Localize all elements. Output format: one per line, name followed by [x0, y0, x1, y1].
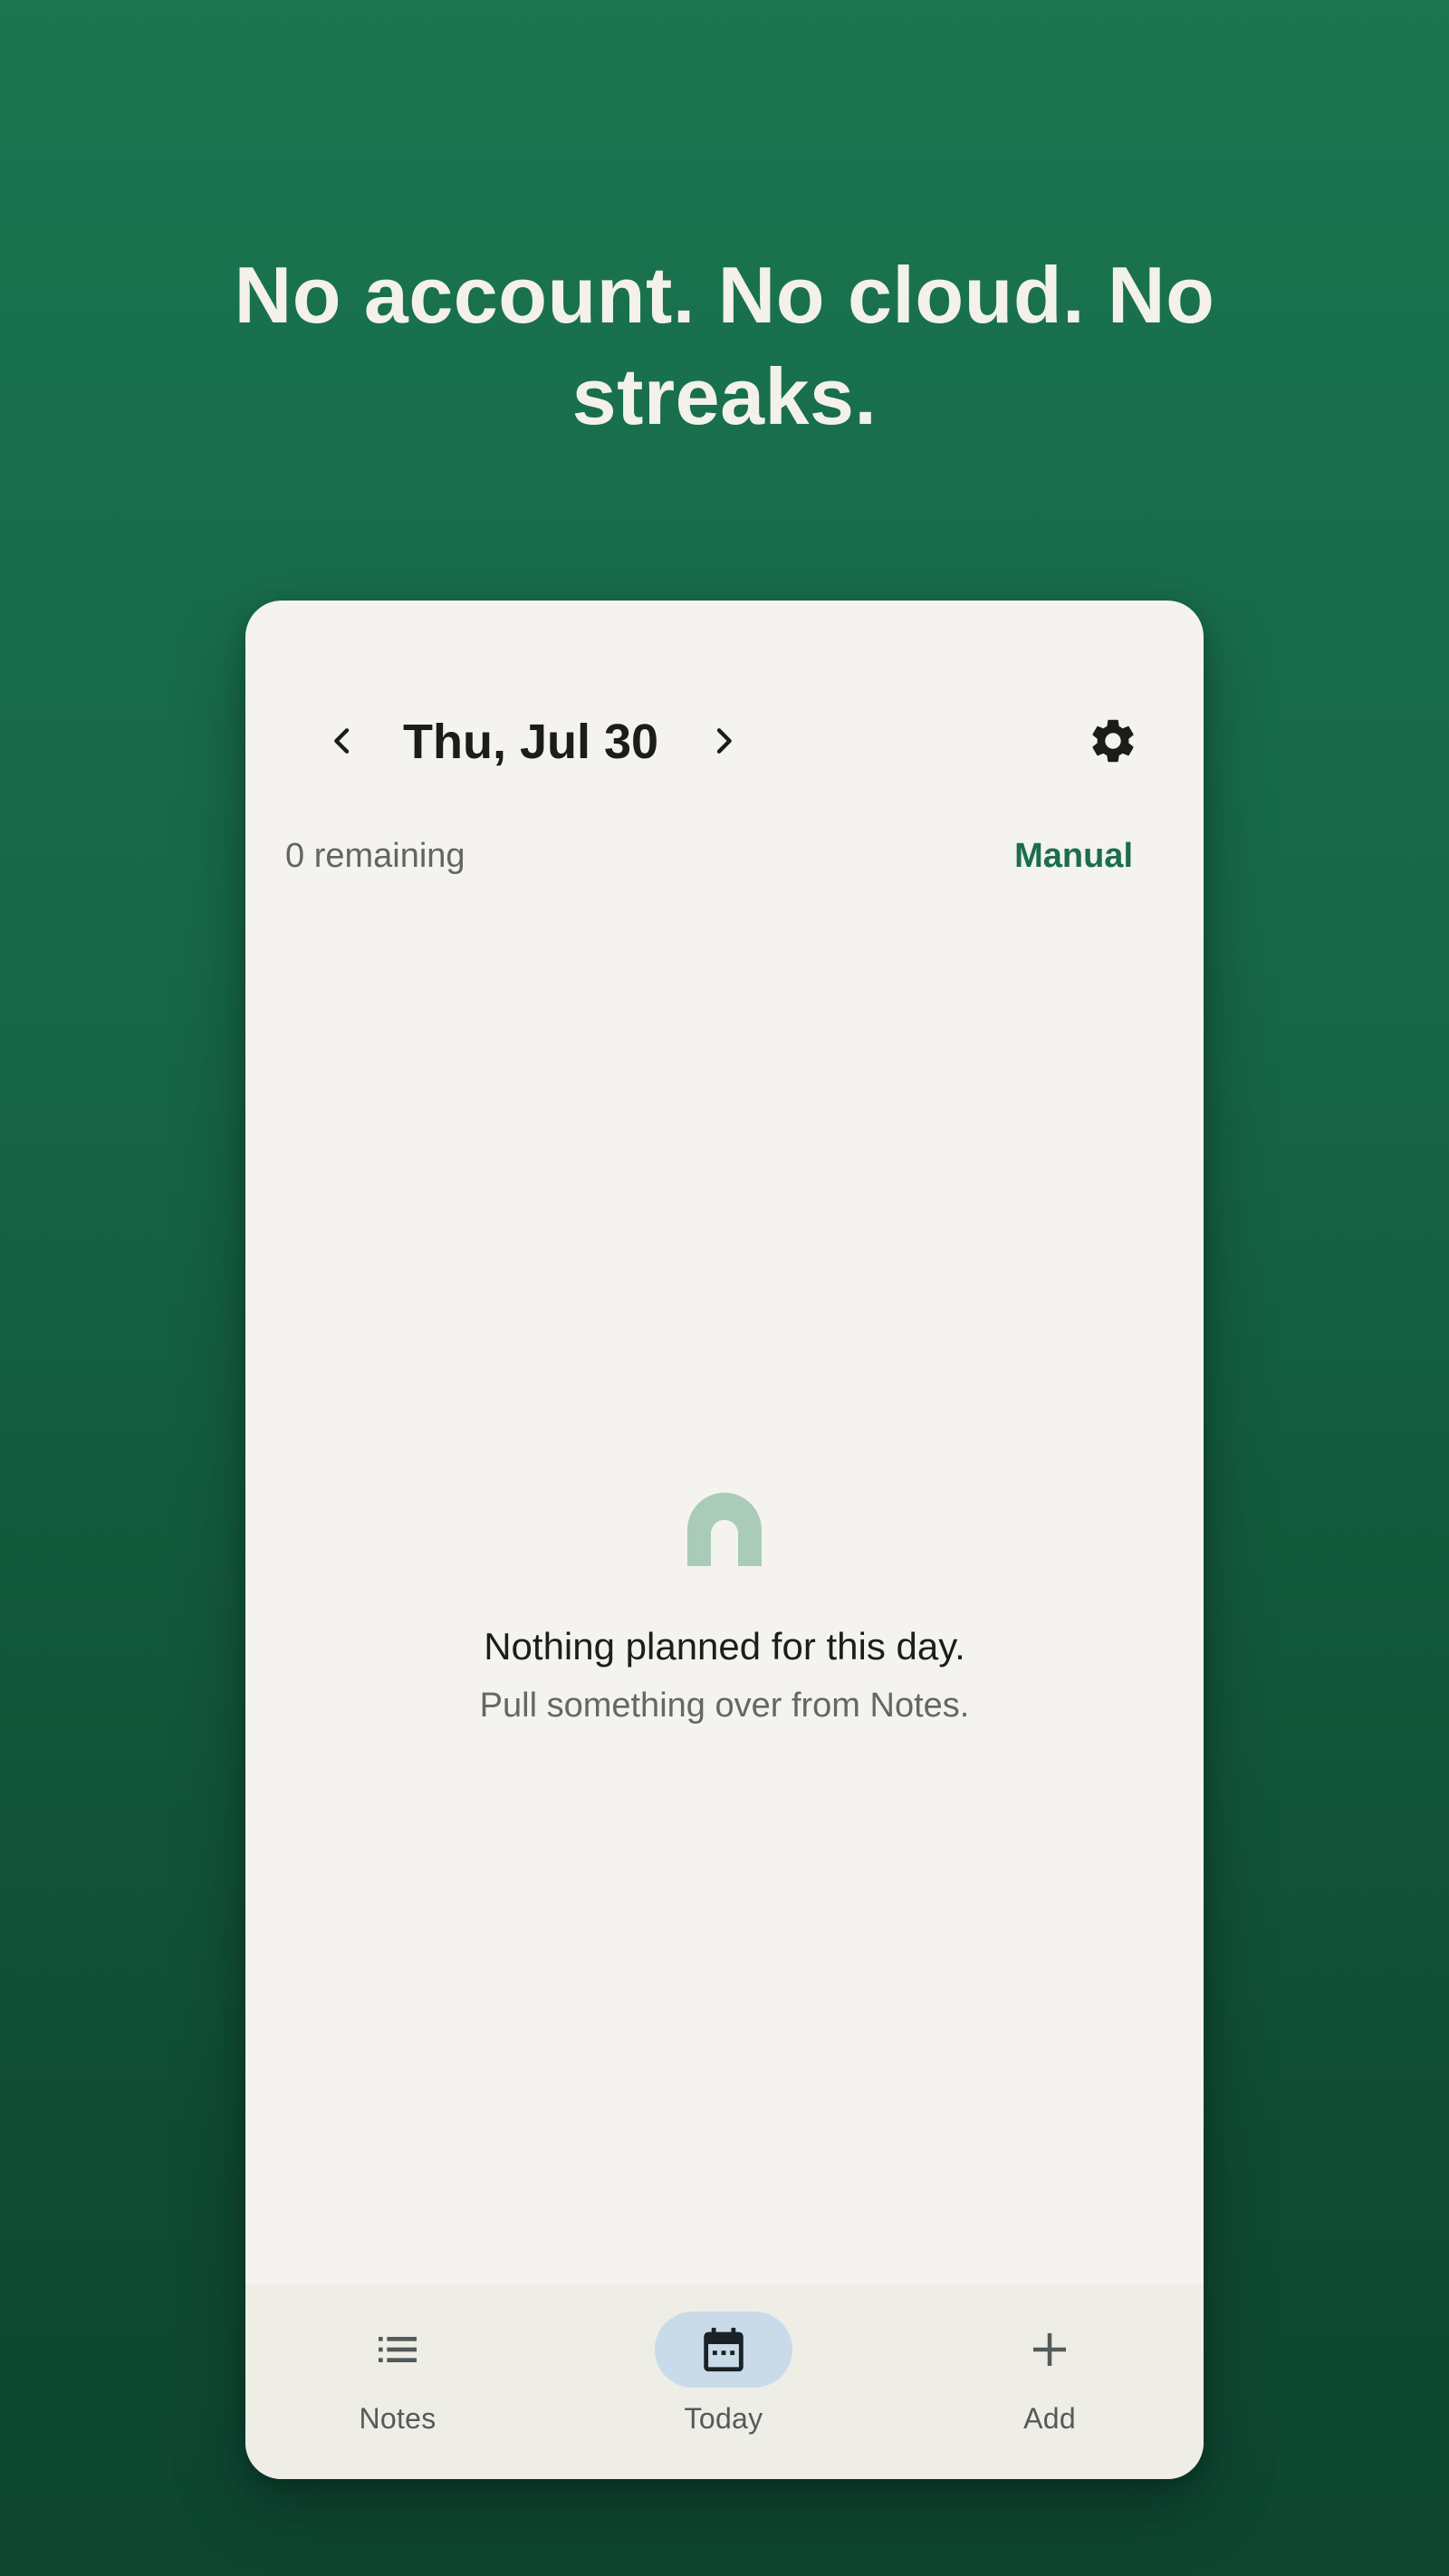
- current-date-title[interactable]: Thu, Jul 30: [403, 713, 658, 771]
- next-day-button[interactable]: [687, 705, 760, 777]
- list-icon: [379, 2337, 417, 2362]
- tab-today-label: Today: [684, 2402, 763, 2435]
- previous-day-button[interactable]: [306, 705, 379, 777]
- tab-add-icon-container: [981, 2312, 1118, 2388]
- tab-notes-icon-container: [329, 2312, 466, 2388]
- tab-today-indicator: [655, 2312, 792, 2388]
- gear-icon: [1092, 719, 1134, 763]
- empty-state-subtitle: Pull something over from Notes.: [479, 1687, 970, 1725]
- arch-icon: [687, 1493, 762, 1566]
- plus-icon: [1033, 2333, 1066, 2366]
- calendar-icon: [704, 2327, 744, 2372]
- tab-notes-label: Notes: [359, 2402, 437, 2435]
- bottom-navigation: Notes Today Add: [245, 2284, 1204, 2479]
- chevron-left-icon: [334, 728, 350, 754]
- hero-headline: No account. No cloud. No streaks.: [234, 250, 1215, 441]
- tab-add[interactable]: Add: [914, 2312, 1185, 2456]
- chevron-right-icon: [716, 728, 732, 754]
- tab-today[interactable]: Today: [588, 2312, 859, 2456]
- remaining-count: 0 remaining: [285, 837, 465, 875]
- empty-state-title: Nothing planned for this day.: [484, 1625, 965, 1668]
- tab-add-label: Add: [1023, 2402, 1076, 2435]
- phone-screen: Thu, Jul 30 0 remaining Manual Nothing p…: [245, 601, 1204, 2479]
- tab-notes[interactable]: Notes: [262, 2312, 533, 2456]
- sort-mode-button[interactable]: Manual: [1014, 834, 1133, 878]
- settings-button[interactable]: [1077, 705, 1149, 777]
- empty-state: Nothing planned for this day. Pull somet…: [245, 1488, 1204, 1727]
- date-header: Thu, Jul 30: [245, 700, 1204, 800]
